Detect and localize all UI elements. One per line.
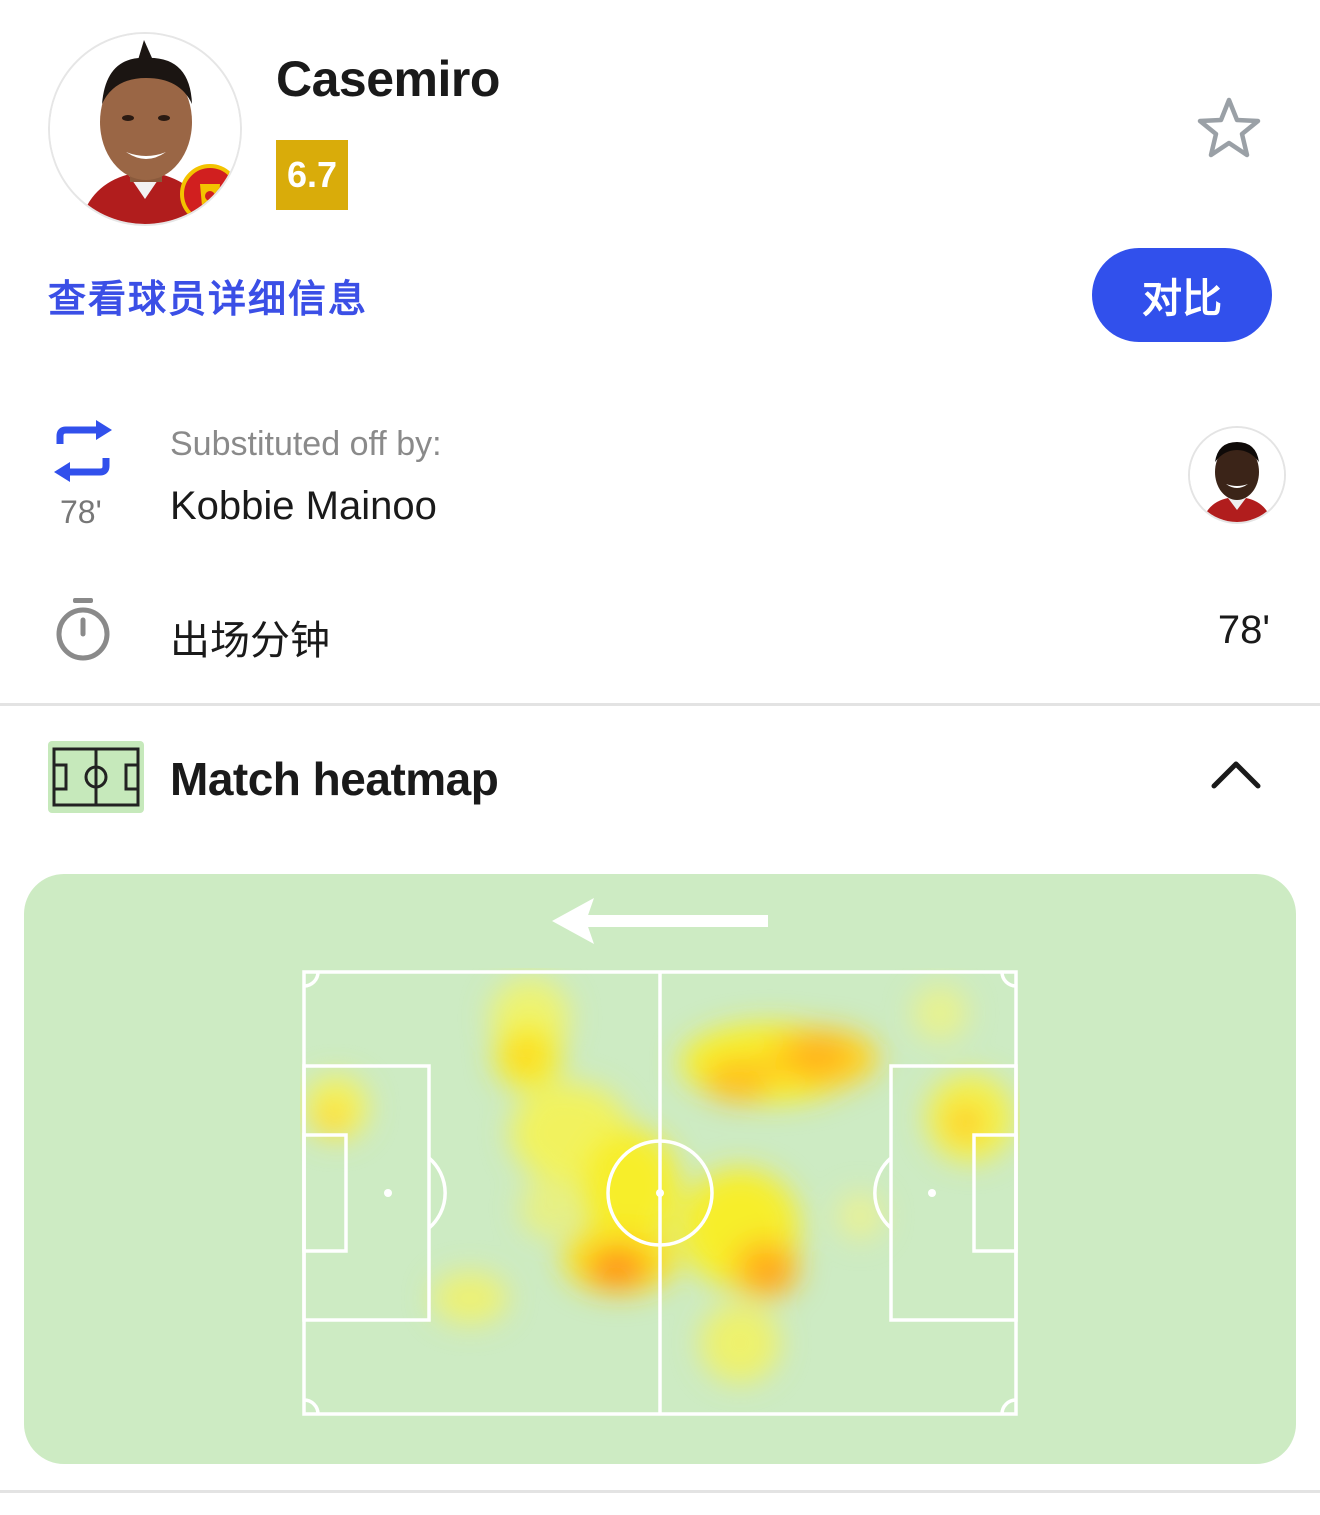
- collapse-chevron-up-icon[interactable]: [1206, 754, 1266, 794]
- club-badge-icon: [180, 164, 240, 224]
- rating-badge: 6.7: [276, 140, 348, 210]
- compare-button[interactable]: 对比: [1092, 248, 1272, 342]
- star-outline-icon: [1197, 97, 1261, 158]
- player-name: Casemiro: [276, 51, 500, 107]
- section-divider: [0, 703, 1320, 706]
- heatmap-pitch: [300, 968, 1020, 1418]
- substitution-label: Substituted off by:: [170, 425, 442, 463]
- stopwatch-icon: [54, 598, 112, 662]
- substitute-player-name[interactable]: Kobbie Mainoo: [170, 484, 437, 529]
- favorite-button[interactable]: [1194, 94, 1264, 164]
- substitution-minute: 78': [60, 494, 102, 530]
- minutes-played-label: 出场分钟: [170, 619, 330, 663]
- bottom-divider: [0, 1490, 1320, 1493]
- heatmap-title: Match heatmap: [170, 753, 499, 805]
- substitution-icon: [50, 420, 116, 482]
- player-avatar: [48, 32, 242, 226]
- substitute-avatar[interactable]: [1188, 426, 1286, 524]
- attack-direction-arrow-icon: [548, 896, 772, 948]
- pitch-icon: [48, 741, 144, 813]
- minutes-played-value: 78': [1217, 608, 1270, 652]
- player-details-link[interactable]: 查看球员详细信息: [48, 268, 368, 323]
